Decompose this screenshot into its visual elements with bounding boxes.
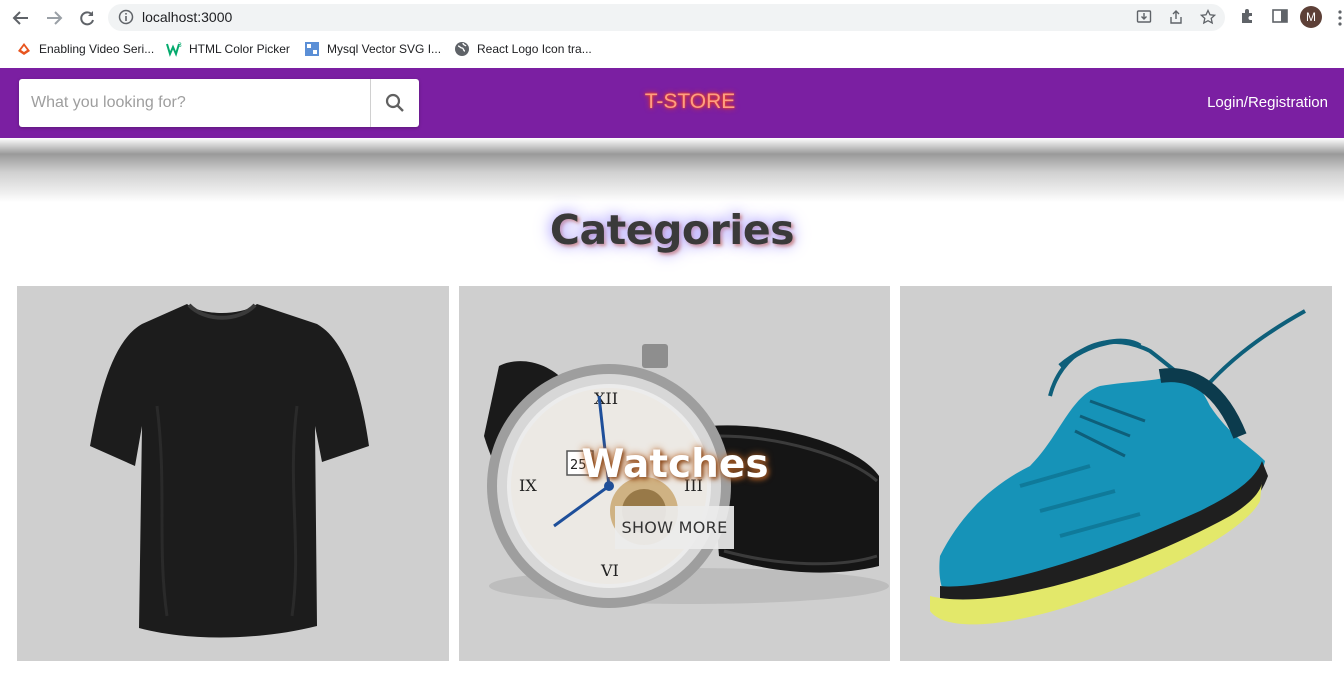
bookmark-item[interactable]: Enabling Video Seri... <box>16 40 154 58</box>
tutorial-icon <box>16 41 32 57</box>
bookmark-label: HTML Color Picker <box>189 42 290 56</box>
side-panel-icon[interactable] <box>1271 7 1289 30</box>
w3schools-icon: 3 <box>166 41 182 57</box>
search-icon <box>385 93 404 112</box>
card-title: Watches <box>581 442 769 487</box>
bookmarks-bar: Enabling Video Seri... 3 HTML Color Pick… <box>0 34 1344 64</box>
globe-icon <box>454 41 470 57</box>
bookmark-item[interactable]: 3 HTML Color Picker <box>166 40 290 58</box>
share-icon[interactable] <box>1168 9 1184 30</box>
forward-button[interactable] <box>43 7 65 29</box>
login-registration-link[interactable]: Login/Registration <box>1207 94 1328 111</box>
install-icon[interactable] <box>1136 9 1152 30</box>
header-shadow <box>0 138 1344 202</box>
svg-text:3: 3 <box>178 42 182 49</box>
bookmark-label: React Logo Icon tra... <box>477 42 592 56</box>
profile-avatar[interactable]: M <box>1300 6 1322 28</box>
blue-sneaker-image <box>930 309 1306 625</box>
back-button[interactable] <box>10 7 32 29</box>
category-card-watches[interactable]: XII III VI IX 25 Watches SHOW MORE <box>459 286 890 661</box>
bookmark-item[interactable]: Mysql Vector SVG I... <box>304 40 441 58</box>
address-bar[interactable]: localhost:3000 <box>108 4 1225 31</box>
site-info-icon[interactable] <box>118 9 134 30</box>
search-button[interactable] <box>371 79 419 127</box>
forward-arrow-icon <box>47 11 63 25</box>
menu-kebab-icon[interactable] <box>1336 9 1344 27</box>
bookmark-star-icon[interactable] <box>1199 8 1217 30</box>
search-box <box>19 79 419 127</box>
categories-heading: Categories <box>549 206 795 254</box>
brand-logo[interactable]: T-STORE <box>600 90 780 114</box>
site-header: T-STORE Login/Registration <box>0 68 1344 138</box>
reload-icon <box>80 11 94 26</box>
svgrepo-icon <box>304 41 320 57</box>
bookmark-label: Mysql Vector SVG I... <box>327 42 442 56</box>
back-arrow-icon <box>12 11 28 25</box>
black-tshirt-image <box>90 303 369 638</box>
show-more-button[interactable]: SHOW MORE <box>615 506 734 549</box>
url-text: localhost:3000 <box>142 9 233 25</box>
category-card-tshirts[interactable] <box>17 286 449 661</box>
bookmark-label: Enabling Video Seri... <box>39 42 155 56</box>
search-input[interactable] <box>19 79 370 127</box>
svg-text:XII: XII <box>594 389 618 408</box>
svg-text:VI: VI <box>600 561 619 580</box>
category-card-shoes[interactable] <box>900 286 1332 661</box>
extensions-icon[interactable] <box>1239 7 1257 30</box>
reload-button[interactable] <box>76 7 98 29</box>
bookmark-item[interactable]: React Logo Icon tra... <box>454 40 592 58</box>
browser-toolbar: localhost:3000 M <box>0 0 1344 34</box>
